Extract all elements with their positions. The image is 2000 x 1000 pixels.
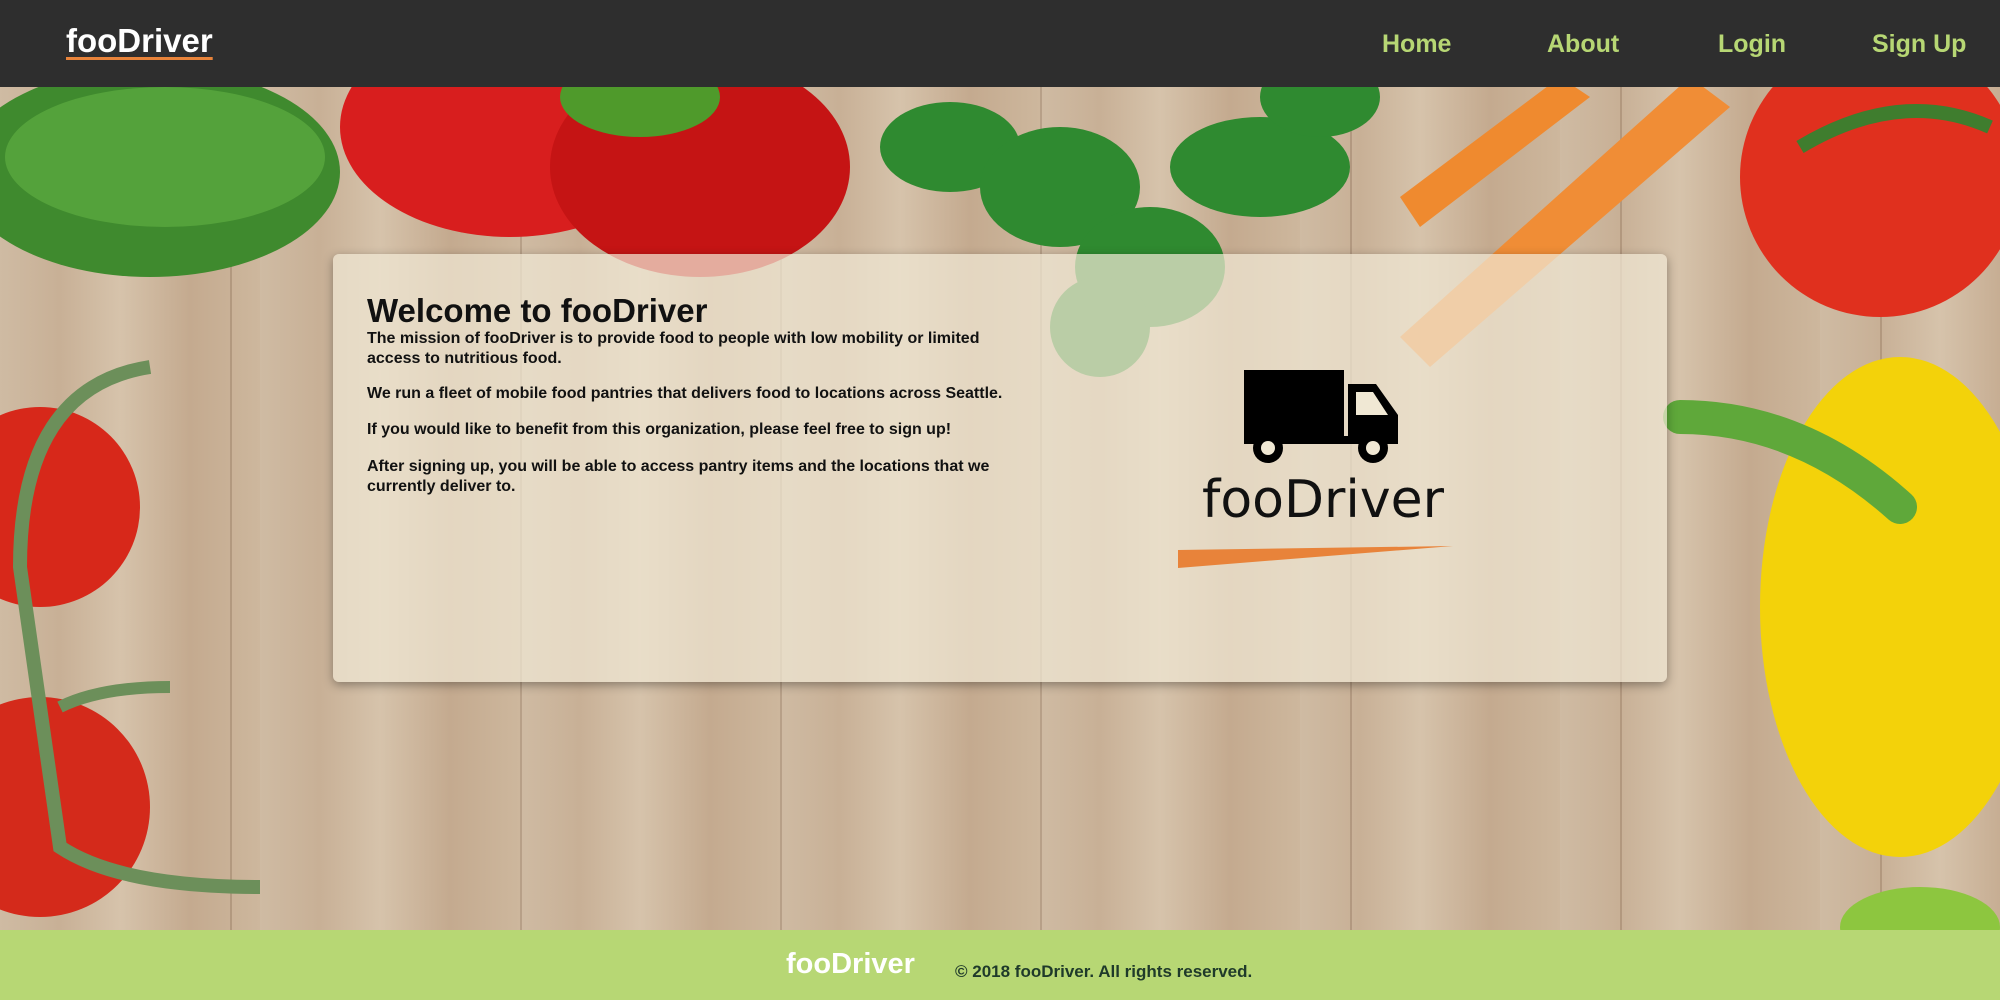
logo-wordmark: fooDriver bbox=[1202, 470, 1444, 530]
fleet-paragraph: We run a fleet of mobile food pantries t… bbox=[367, 385, 1003, 402]
footer-copyright: © 2018 fooDriver. All rights reserved. bbox=[955, 962, 1253, 981]
page-title: Welcome to fooDriver bbox=[367, 292, 708, 329]
footer-brand: fooDriver bbox=[786, 948, 915, 980]
welcome-card: Welcome to fooDriver The mission of fooD… bbox=[333, 254, 1667, 682]
brand-logo-link[interactable]: fooDriver bbox=[66, 22, 213, 60]
access-paragraph: After signing up, you will be able to ac… bbox=[367, 458, 990, 495]
mission-paragraph: The mission of fooDriver is to provide f… bbox=[367, 330, 980, 367]
signup-paragraph: If you would like to benefit from this o… bbox=[367, 421, 952, 438]
nav-login[interactable]: Login bbox=[1718, 30, 1786, 59]
nav-about[interactable]: About bbox=[1547, 30, 1619, 59]
nav-home[interactable]: Home bbox=[1382, 30, 1451, 59]
truck-icon bbox=[1244, 370, 1398, 463]
top-navbar: fooDriver Home About Login Sign Up bbox=[0, 0, 2000, 87]
swoosh-accent bbox=[1178, 546, 1453, 568]
nav-signup[interactable]: Sign Up bbox=[1872, 30, 1966, 59]
